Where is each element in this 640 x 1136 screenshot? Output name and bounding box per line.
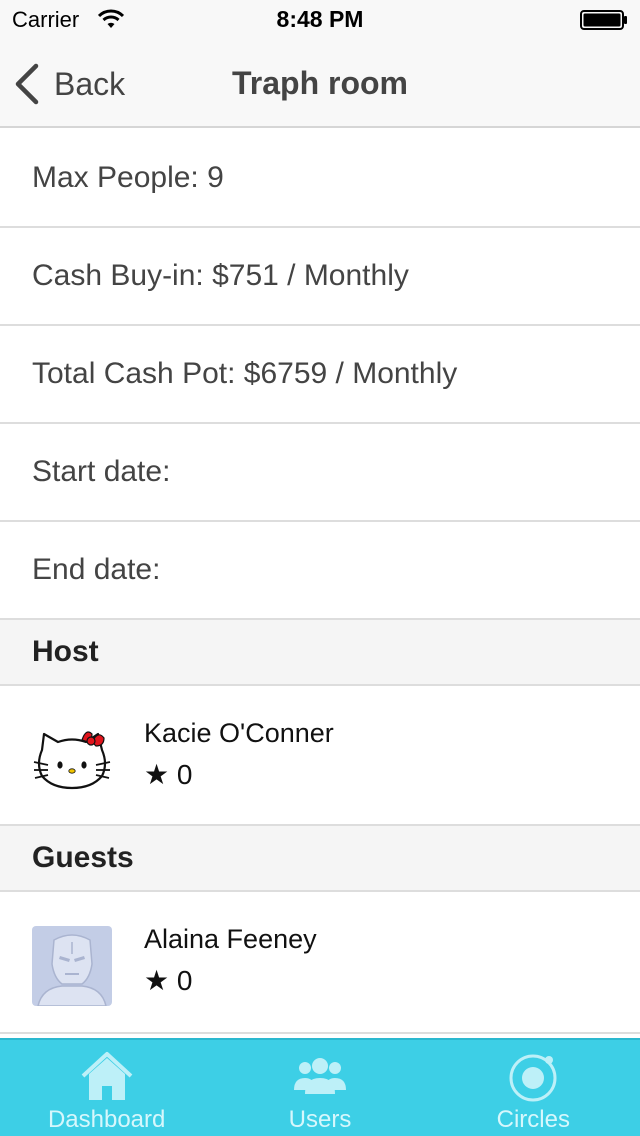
end-date-text: End date:	[32, 553, 161, 586]
total-cash-pot-text: Total Cash Pot: $6759 / Monthly	[32, 357, 458, 390]
end-date-row: End date:	[0, 522, 640, 620]
tab-circles-label: Circles	[496, 1106, 570, 1133]
room-details: Max People: 9 Cash Buy-in: $751 / Monthl…	[0, 130, 640, 1034]
home-icon	[81, 1052, 133, 1100]
start-date-row: Start date:	[0, 424, 640, 522]
tab-dashboard[interactable]: Dashboard	[0, 1040, 213, 1136]
max-people-text: Max People: 9	[32, 161, 224, 194]
cash-buy-in-row: Cash Buy-in: $751 / Monthly	[0, 228, 640, 326]
tab-dashboard-label: Dashboard	[47, 1106, 166, 1133]
max-people-row: Max People: 9	[0, 130, 640, 228]
host-rating: ★ 0	[144, 759, 193, 790]
guest-row[interactable]: Alaina Feeney ★ 0	[0, 892, 640, 1034]
tab-circles[interactable]: Circles	[427, 1040, 640, 1136]
total-cash-pot-row: Total Cash Pot: $6759 / Monthly	[0, 326, 640, 424]
battery-icon	[580, 10, 627, 30]
guests-header-label: Guests	[32, 841, 134, 874]
tab-users[interactable]: Users	[213, 1040, 426, 1136]
users-icon	[293, 1058, 346, 1094]
iron-man-avatar	[32, 926, 112, 1006]
host-row[interactable]: Kacie O'Conner ★ 0	[0, 686, 640, 826]
status-time: 8:48 PM	[276, 6, 364, 32]
guest-rating: ★ 0	[144, 965, 193, 996]
start-date-text: Start date:	[32, 455, 171, 488]
guests-section-header: Guests	[0, 826, 640, 892]
tab-bar: Dashboard Users Circles	[0, 1038, 640, 1136]
navigation-bar: Back Traph room	[0, 40, 640, 128]
tab-users-label: Users	[288, 1106, 352, 1133]
guest-name: Alaina Feeney	[144, 924, 317, 954]
host-name: Kacie O'Conner	[144, 718, 334, 748]
hello-kitty-avatar	[32, 720, 112, 800]
page-title: Traph room	[231, 65, 408, 101]
circle-icon	[509, 1054, 557, 1102]
host-header-label: Host	[32, 635, 99, 668]
status-bar: Carrier 8:48 PM	[0, 0, 640, 40]
host-section-header: Host	[0, 620, 640, 686]
cash-buy-in-text: Cash Buy-in: $751 / Monthly	[32, 259, 409, 292]
